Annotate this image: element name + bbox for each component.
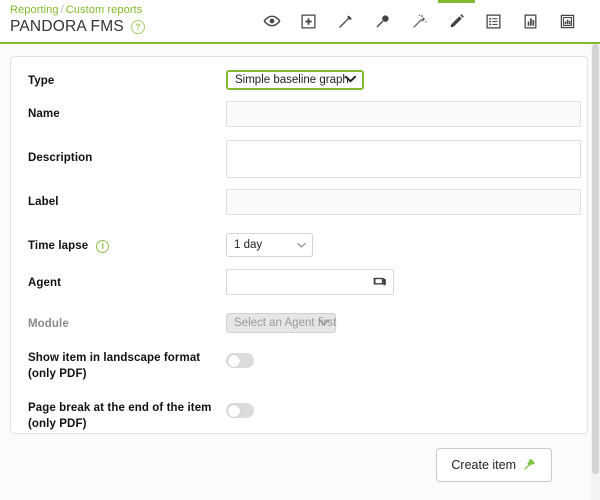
chart-box-icon bbox=[559, 13, 576, 30]
type-select-value: Simple baseline graph bbox=[235, 74, 349, 86]
tab-wizard[interactable] bbox=[327, 0, 364, 42]
tab-list-items[interactable] bbox=[475, 0, 512, 42]
form-row-landscape: Show item in landscape format (only PDF) bbox=[11, 347, 587, 383]
add-box-icon bbox=[300, 13, 317, 30]
page-title: PANDORA FMS bbox=[10, 18, 124, 35]
report-toolbar bbox=[253, 0, 586, 42]
form-row-type: Type Simple baseline graph bbox=[11, 69, 587, 97]
form-footer: Create item bbox=[10, 444, 588, 492]
form-row-description: Description bbox=[11, 140, 587, 182]
tab-advanced-options[interactable] bbox=[549, 0, 586, 42]
page-title-container: PANDORA FMS ? bbox=[10, 18, 145, 36]
page-header: Reporting / Custom reports PANDORA FMS ? bbox=[0, 0, 600, 44]
tab-graph-editor[interactable] bbox=[512, 0, 549, 42]
help-circle-icon[interactable]: ? bbox=[130, 20, 145, 34]
pencil-icon bbox=[448, 12, 466, 30]
list-icon bbox=[485, 13, 502, 30]
type-select[interactable]: Simple baseline graph bbox=[226, 70, 364, 90]
description-textarea[interactable] bbox=[226, 140, 581, 178]
toggle-knob bbox=[227, 354, 240, 367]
item-editor-panel: Type Simple baseline graph Name Descript… bbox=[10, 56, 588, 434]
time-lapse-value: 1 day bbox=[234, 239, 263, 251]
magic-wand-icon bbox=[411, 12, 429, 30]
landscape-label: Show item in landscape format (only PDF) bbox=[28, 352, 201, 380]
label-field-label: Label bbox=[28, 196, 59, 208]
info-circle-icon[interactable]: i bbox=[96, 240, 110, 253]
time-lapse-label: Time lapse bbox=[28, 240, 89, 252]
form-row-label: Label bbox=[11, 188, 587, 218]
form-row-name: Name bbox=[11, 100, 587, 130]
eye-icon bbox=[263, 12, 281, 30]
breadcrumb-separator: / bbox=[60, 4, 64, 16]
tab-item-editor[interactable] bbox=[438, 0, 475, 42]
tab-wizard-sla[interactable] bbox=[364, 0, 401, 42]
chevron-down-small-icon bbox=[297, 239, 306, 251]
module-label: Module bbox=[28, 318, 69, 330]
chevron-down-disabled-icon bbox=[319, 317, 329, 329]
form-row-agent: Agent bbox=[11, 269, 587, 297]
form-row-module: Module Select an Agent first bbox=[11, 313, 587, 337]
tab-view-report[interactable] bbox=[253, 0, 290, 42]
breadcrumb: Reporting / Custom reports bbox=[10, 4, 142, 16]
module-select: Select an Agent first bbox=[226, 313, 336, 333]
tab-add-item[interactable] bbox=[290, 0, 327, 42]
name-input[interactable] bbox=[226, 101, 581, 127]
form-row-time-lapse: Time lapse i 1 day bbox=[11, 233, 587, 261]
pin-icon bbox=[337, 12, 355, 30]
label-input[interactable] bbox=[226, 189, 581, 215]
page-scrollbar[interactable] bbox=[591, 44, 600, 500]
agent-label: Agent bbox=[28, 277, 62, 289]
description-label: Description bbox=[28, 152, 93, 164]
app-root: Reporting/Custom reports PANDORA FMS ? bbox=[0, 0, 600, 500]
landscape-toggle[interactable] bbox=[226, 353, 254, 368]
pin-green-icon bbox=[523, 457, 537, 474]
page-break-toggle[interactable] bbox=[226, 403, 254, 418]
time-lapse-select[interactable]: 1 day bbox=[226, 233, 313, 257]
create-item-label: Create item bbox=[451, 458, 516, 472]
create-item-button[interactable]: Create item bbox=[436, 448, 552, 482]
agent-input-container[interactable] bbox=[226, 269, 394, 295]
pin-round-icon bbox=[374, 12, 392, 30]
breadcrumb-parent-link[interactable]: Reporting bbox=[10, 4, 59, 16]
tab-global-wizard[interactable] bbox=[401, 0, 438, 42]
bar-chart-icon bbox=[522, 13, 539, 30]
page-break-label: Page break at the end of the item (only … bbox=[28, 402, 212, 430]
chevron-down-icon bbox=[344, 74, 357, 86]
toggle-knob bbox=[227, 404, 240, 417]
scrollbar-thumb[interactable] bbox=[592, 44, 599, 474]
type-label: Type bbox=[28, 75, 55, 87]
name-label: Name bbox=[28, 108, 60, 120]
agent-input[interactable] bbox=[227, 270, 372, 294]
header-accent-line bbox=[0, 42, 600, 44]
breadcrumb-current-link[interactable]: Custom reports bbox=[66, 4, 143, 16]
agent-server-icon[interactable] bbox=[372, 275, 387, 294]
form-row-page-break: Page break at the end of the item (only … bbox=[11, 397, 587, 433]
